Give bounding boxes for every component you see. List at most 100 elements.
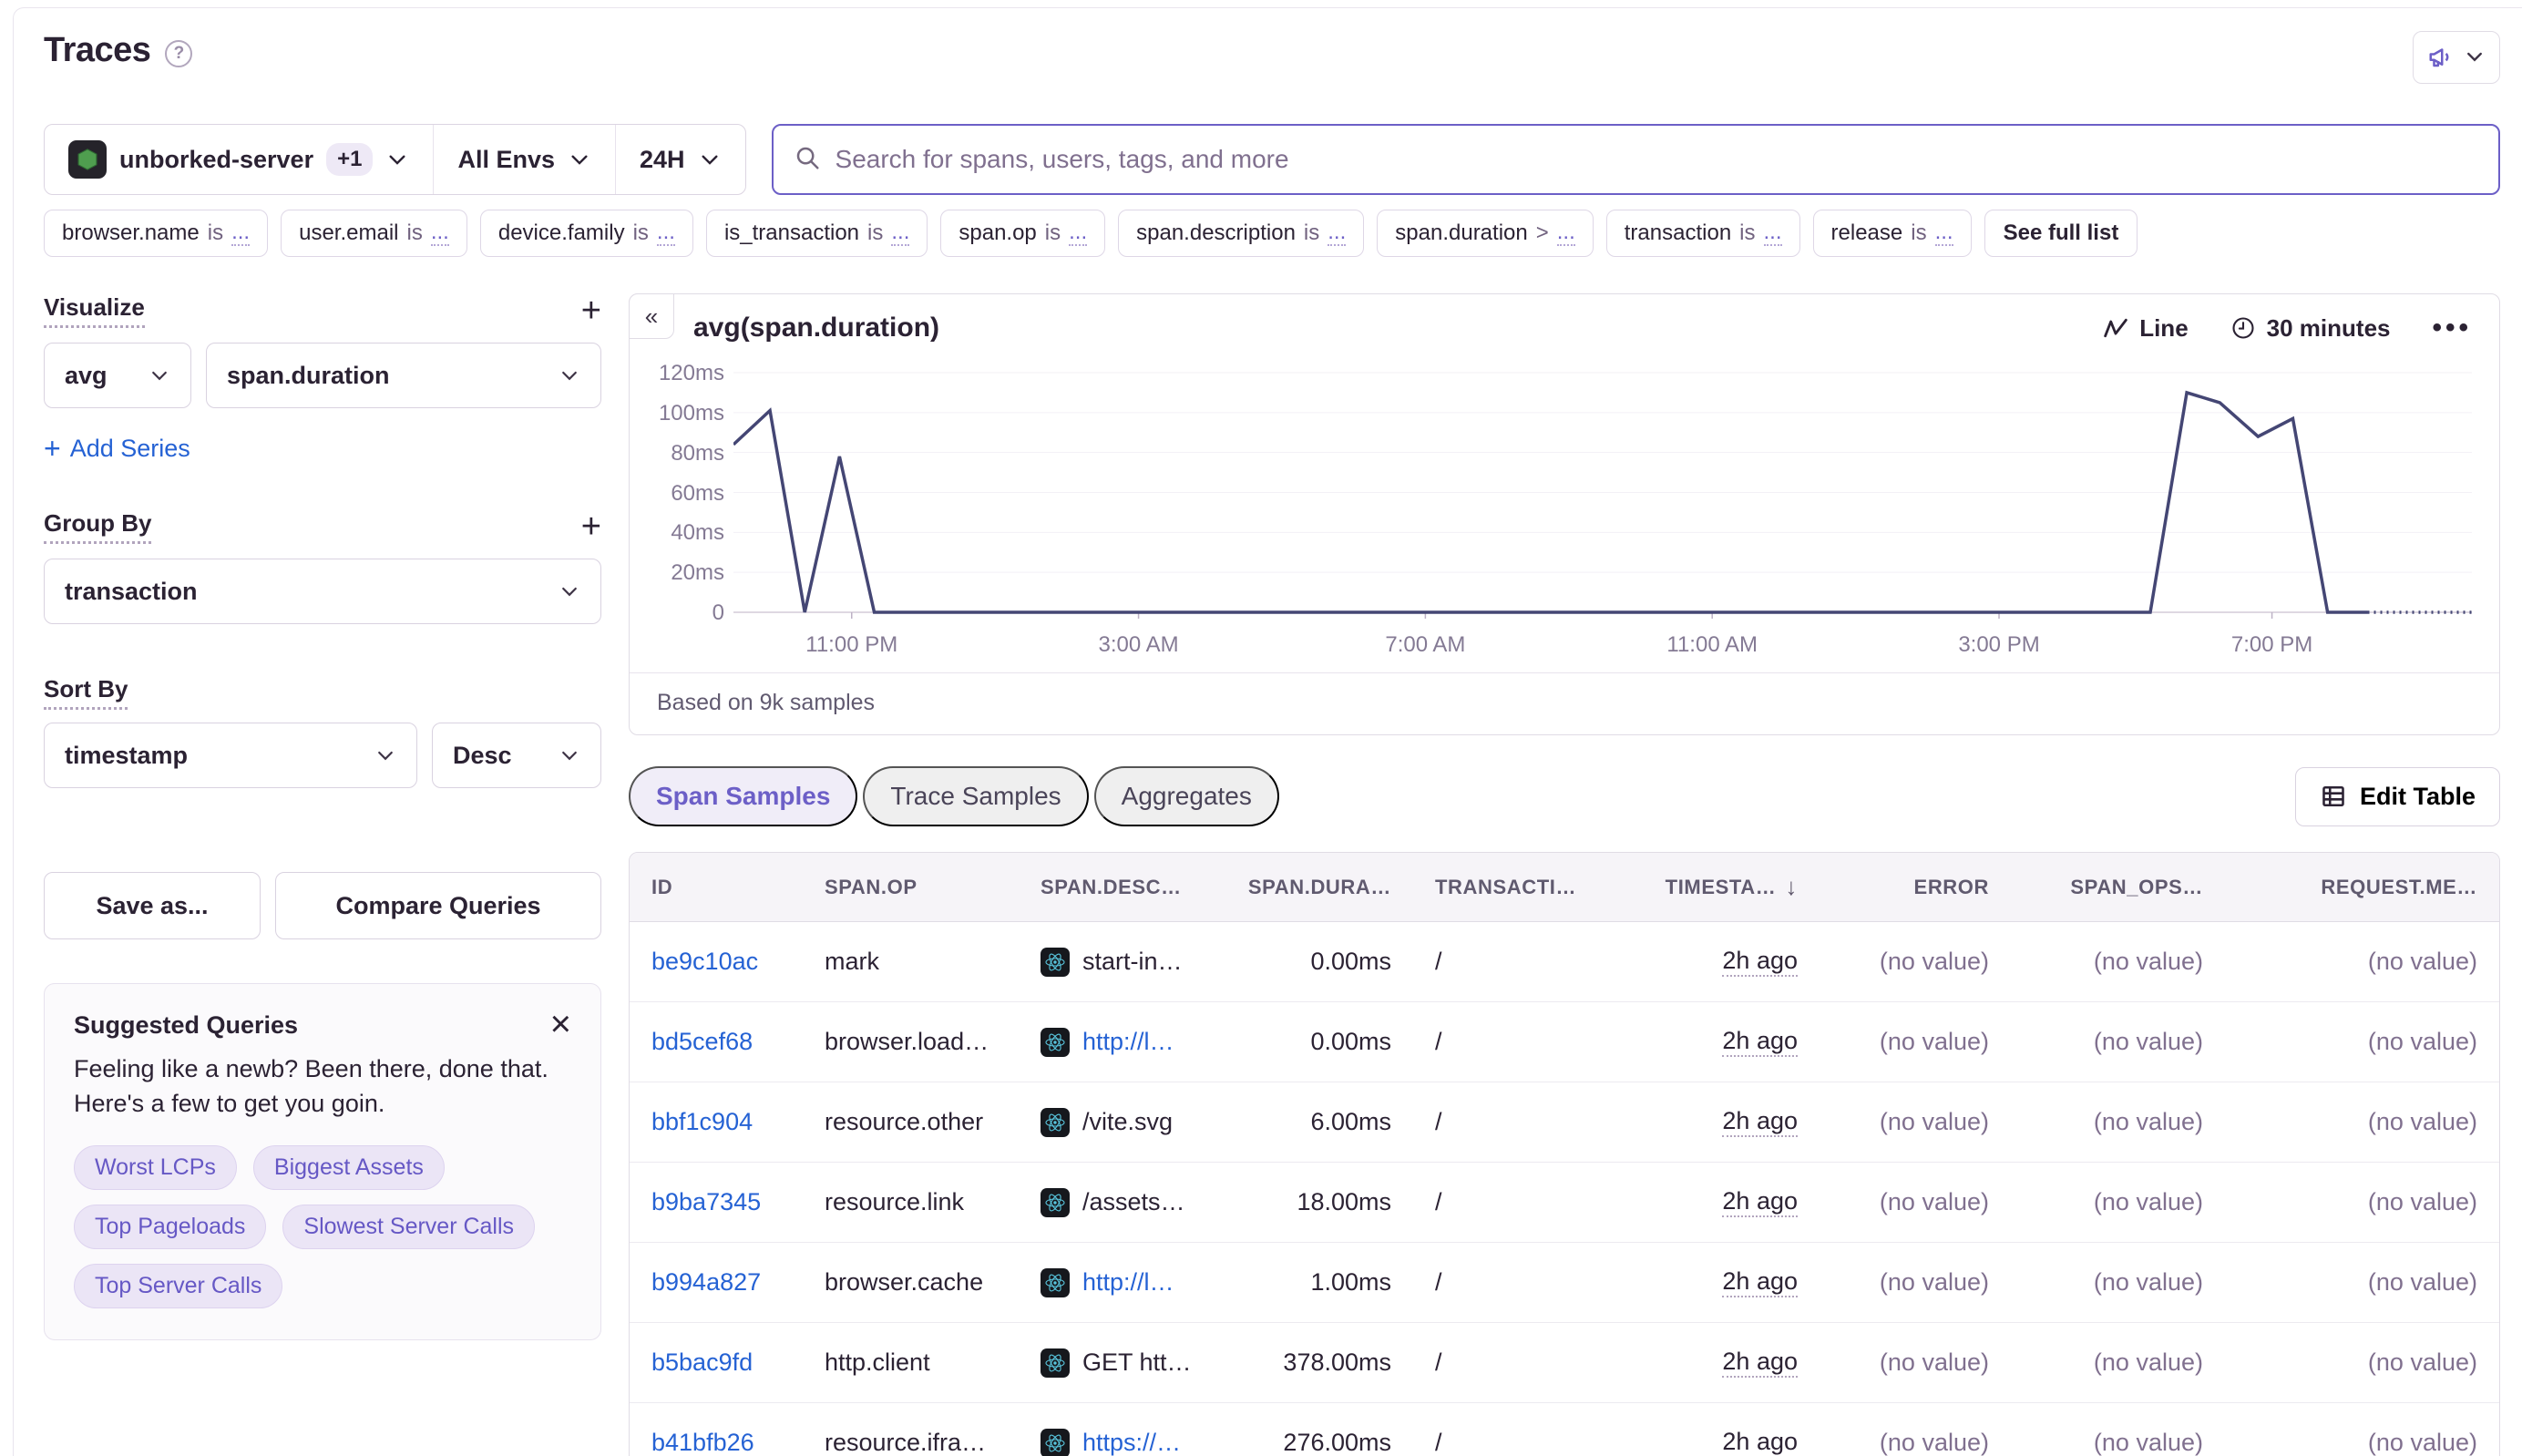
group-by-value: transaction bbox=[65, 578, 198, 606]
span-id-link[interactable]: bbf1c904 bbox=[651, 1108, 753, 1136]
filter-token[interactable]: releaseis... bbox=[1813, 210, 1972, 257]
column-header[interactable]: ID bbox=[630, 853, 803, 922]
table-icon bbox=[2320, 783, 2347, 810]
timestamp-value[interactable]: 2h ago bbox=[1722, 1107, 1798, 1137]
cell-error: (no value) bbox=[1820, 1082, 2011, 1163]
cell-span-ops: (no value) bbox=[2011, 1082, 2225, 1163]
cell-span-description: /vite.svg bbox=[1019, 1082, 1240, 1163]
add-series-button[interactable]: + Add Series bbox=[44, 432, 601, 466]
chevron-down-icon bbox=[568, 148, 591, 171]
filter-token[interactable]: span.opis... bbox=[940, 210, 1105, 257]
column-header[interactable]: SPAN_OPS… bbox=[2011, 853, 2225, 922]
suggested-query-chip[interactable]: Top Server Calls bbox=[74, 1264, 282, 1308]
field-select[interactable]: span.duration bbox=[206, 343, 601, 408]
edit-table-label: Edit Table bbox=[2360, 783, 2476, 811]
span-id-link[interactable]: bd5cef68 bbox=[651, 1028, 753, 1056]
chart-interval-control[interactable]: 30 minutes bbox=[2230, 314, 2391, 343]
environment-selector[interactable]: All Envs bbox=[433, 125, 615, 194]
span-id-link[interactable]: b9ba7345 bbox=[651, 1188, 761, 1216]
collapse-sidebar-button[interactable]: « bbox=[629, 293, 674, 339]
timestamp-value[interactable]: 2h ago bbox=[1722, 1267, 1798, 1297]
cell-span-op: resource.other bbox=[803, 1082, 1019, 1163]
chart-plot[interactable] bbox=[733, 360, 2472, 620]
search-box[interactable] bbox=[772, 124, 2500, 195]
filter-bar: unborked-server +1 All Envs 24H bbox=[44, 124, 2500, 195]
group-by-select[interactable]: transaction bbox=[44, 559, 601, 624]
filter-token-key: span.op bbox=[959, 220, 1036, 246]
see-full-list-button[interactable]: See full list bbox=[1984, 210, 2138, 257]
filter-token[interactable]: span.duration>... bbox=[1377, 210, 1593, 257]
span-description-text: GET htt… bbox=[1082, 1348, 1192, 1377]
cell-span-duration: 0.00ms bbox=[1240, 1002, 1413, 1082]
save-as-button[interactable]: Save as... bbox=[44, 872, 261, 939]
column-header[interactable]: SPAN.DURA… bbox=[1240, 853, 1413, 922]
edit-table-button[interactable]: Edit Table bbox=[2295, 767, 2500, 826]
column-header[interactable]: TIMESTA…↓ bbox=[1595, 853, 1820, 922]
filter-token[interactable]: span.descriptionis... bbox=[1118, 210, 1364, 257]
column-header[interactable]: TRANSACTI… bbox=[1413, 853, 1595, 922]
close-icon[interactable]: × bbox=[550, 1011, 571, 1037]
react-icon bbox=[1041, 948, 1070, 977]
help-icon[interactable]: ? bbox=[165, 40, 192, 67]
filter-token[interactable]: browser.nameis... bbox=[44, 210, 268, 257]
filter-token[interactable]: device.familyis... bbox=[480, 210, 693, 257]
suggested-query-chip[interactable]: Worst LCPs bbox=[74, 1145, 237, 1190]
timestamp-value[interactable]: 2h ago bbox=[1722, 947, 1798, 977]
project-selector[interactable]: unborked-server +1 bbox=[45, 125, 433, 194]
span-id-link[interactable]: b41bfb26 bbox=[651, 1429, 754, 1456]
filter-token-value: ... bbox=[1764, 220, 1782, 246]
column-header[interactable]: REQUEST.ME… bbox=[2225, 853, 2499, 922]
timestamp-value[interactable]: 2h ago bbox=[1722, 1348, 1798, 1378]
tab-aggregates[interactable]: Aggregates bbox=[1094, 766, 1279, 826]
chevron-down-icon bbox=[559, 364, 580, 386]
suggested-query-chip[interactable]: Top Pageloads bbox=[74, 1205, 266, 1249]
suggested-query-chip[interactable]: Slowest Server Calls bbox=[282, 1205, 535, 1249]
timestamp-value[interactable]: 2h ago bbox=[1722, 1428, 1798, 1456]
span-description-text[interactable]: http://l… bbox=[1082, 1268, 1174, 1297]
date-range-value: 24H bbox=[640, 146, 685, 174]
page-filters: unborked-server +1 All Envs 24H bbox=[44, 124, 746, 195]
tab-span-samples[interactable]: Span Samples bbox=[629, 766, 857, 826]
timestamp-value[interactable]: 2h ago bbox=[1722, 1187, 1798, 1217]
filter-token[interactable]: user.emailis... bbox=[281, 210, 467, 257]
search-input[interactable] bbox=[836, 145, 2478, 174]
span-id-link[interactable]: be9c10ac bbox=[651, 948, 758, 976]
column-header[interactable]: ERROR bbox=[1820, 853, 2011, 922]
filter-token[interactable]: is_transactionis... bbox=[706, 210, 928, 257]
add-group-by-button[interactable]: + bbox=[581, 509, 601, 544]
span-id-link[interactable]: b5bac9fd bbox=[651, 1348, 753, 1377]
react-icon bbox=[1041, 1028, 1070, 1057]
sort-direction-select[interactable]: Desc bbox=[432, 723, 601, 788]
visualize-label: Visualize bbox=[44, 293, 145, 328]
chart-type-control[interactable]: Line bbox=[2103, 314, 2188, 343]
timestamp-value[interactable]: 2h ago bbox=[1722, 1027, 1798, 1057]
add-visualize-button[interactable]: + bbox=[581, 293, 601, 328]
chevron-down-icon bbox=[698, 148, 722, 171]
column-header[interactable]: SPAN.DESC… bbox=[1019, 853, 1240, 922]
date-range-selector[interactable]: 24H bbox=[615, 125, 745, 194]
filter-token[interactable]: transactionis... bbox=[1606, 210, 1800, 257]
filter-token-key: browser.name bbox=[62, 220, 200, 246]
span-description-text[interactable]: https://… bbox=[1082, 1429, 1181, 1456]
cell-timestamp: 2h ago bbox=[1595, 1243, 1820, 1323]
column-header[interactable]: SPAN.OP bbox=[803, 853, 1019, 922]
filter-token-value: ... bbox=[657, 220, 675, 246]
chart-overflow-menu[interactable]: ••• bbox=[2432, 313, 2472, 343]
aggregate-select[interactable]: avg bbox=[44, 343, 191, 408]
filter-token-op: is bbox=[1045, 220, 1061, 246]
clock-icon bbox=[2230, 315, 2256, 341]
compare-queries-button[interactable]: Compare Queries bbox=[275, 872, 601, 939]
cell-span-ops: (no value) bbox=[2011, 1002, 2225, 1082]
span-id-link[interactable]: b994a827 bbox=[651, 1268, 761, 1297]
tab-trace-samples[interactable]: Trace Samples bbox=[863, 766, 1088, 826]
whats-new-button[interactable] bbox=[2413, 31, 2500, 84]
cell-span-op: mark bbox=[803, 922, 1019, 1002]
line-chart-icon bbox=[2103, 315, 2128, 341]
suggested-query-chip[interactable]: Biggest Assets bbox=[253, 1145, 445, 1190]
cell-transaction: / bbox=[1413, 1323, 1595, 1403]
span-description-text[interactable]: http://l… bbox=[1082, 1028, 1174, 1056]
react-icon bbox=[1041, 1188, 1070, 1217]
column-header-label: SPAN_OPS… bbox=[2070, 876, 2203, 899]
sort-field-select[interactable]: timestamp bbox=[44, 723, 417, 788]
chart-type-label: Line bbox=[2139, 314, 2188, 343]
